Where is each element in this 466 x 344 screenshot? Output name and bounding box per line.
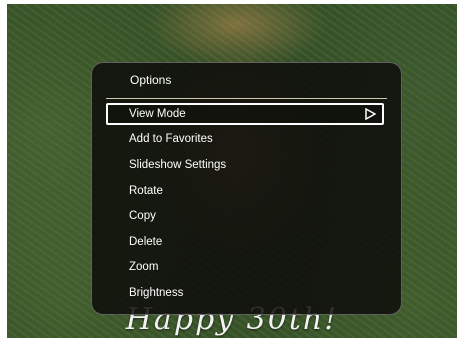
triangle-right-outline-icon xyxy=(365,108,376,120)
menu-item-zoom[interactable]: Zoom xyxy=(106,256,384,278)
menu-item-copy[interactable]: Copy xyxy=(106,205,384,227)
menu-item-rotate[interactable]: Rotate xyxy=(106,180,384,202)
menu-item-label: Rotate xyxy=(129,185,163,197)
menu-title: Options xyxy=(130,73,172,87)
photo-display: Happy 30th! Options View Mode Add to Fav… xyxy=(7,4,457,338)
menu-item-brightness[interactable]: Brightness xyxy=(106,282,384,304)
menu-item-label: Brightness xyxy=(129,287,184,299)
menu-divider xyxy=(106,98,387,99)
menu-item-label: Delete xyxy=(129,236,163,248)
menu-item-delete[interactable]: Delete xyxy=(106,231,384,253)
menu-item-slideshow-settings[interactable]: Slideshow Settings xyxy=(106,154,384,176)
menu-item-label: Slideshow Settings xyxy=(129,159,227,171)
menu-item-view-mode[interactable]: View Mode xyxy=(106,103,384,125)
menu-item-label: View Mode xyxy=(129,108,186,120)
menu-item-label: Add to Favorites xyxy=(129,133,213,145)
menu-item-label: Zoom xyxy=(129,261,159,273)
menu-item-label: Copy xyxy=(129,210,156,222)
options-menu: Options View Mode Add to Favorites Slide… xyxy=(91,62,402,315)
menu-item-add-to-favorites[interactable]: Add to Favorites xyxy=(106,128,384,150)
